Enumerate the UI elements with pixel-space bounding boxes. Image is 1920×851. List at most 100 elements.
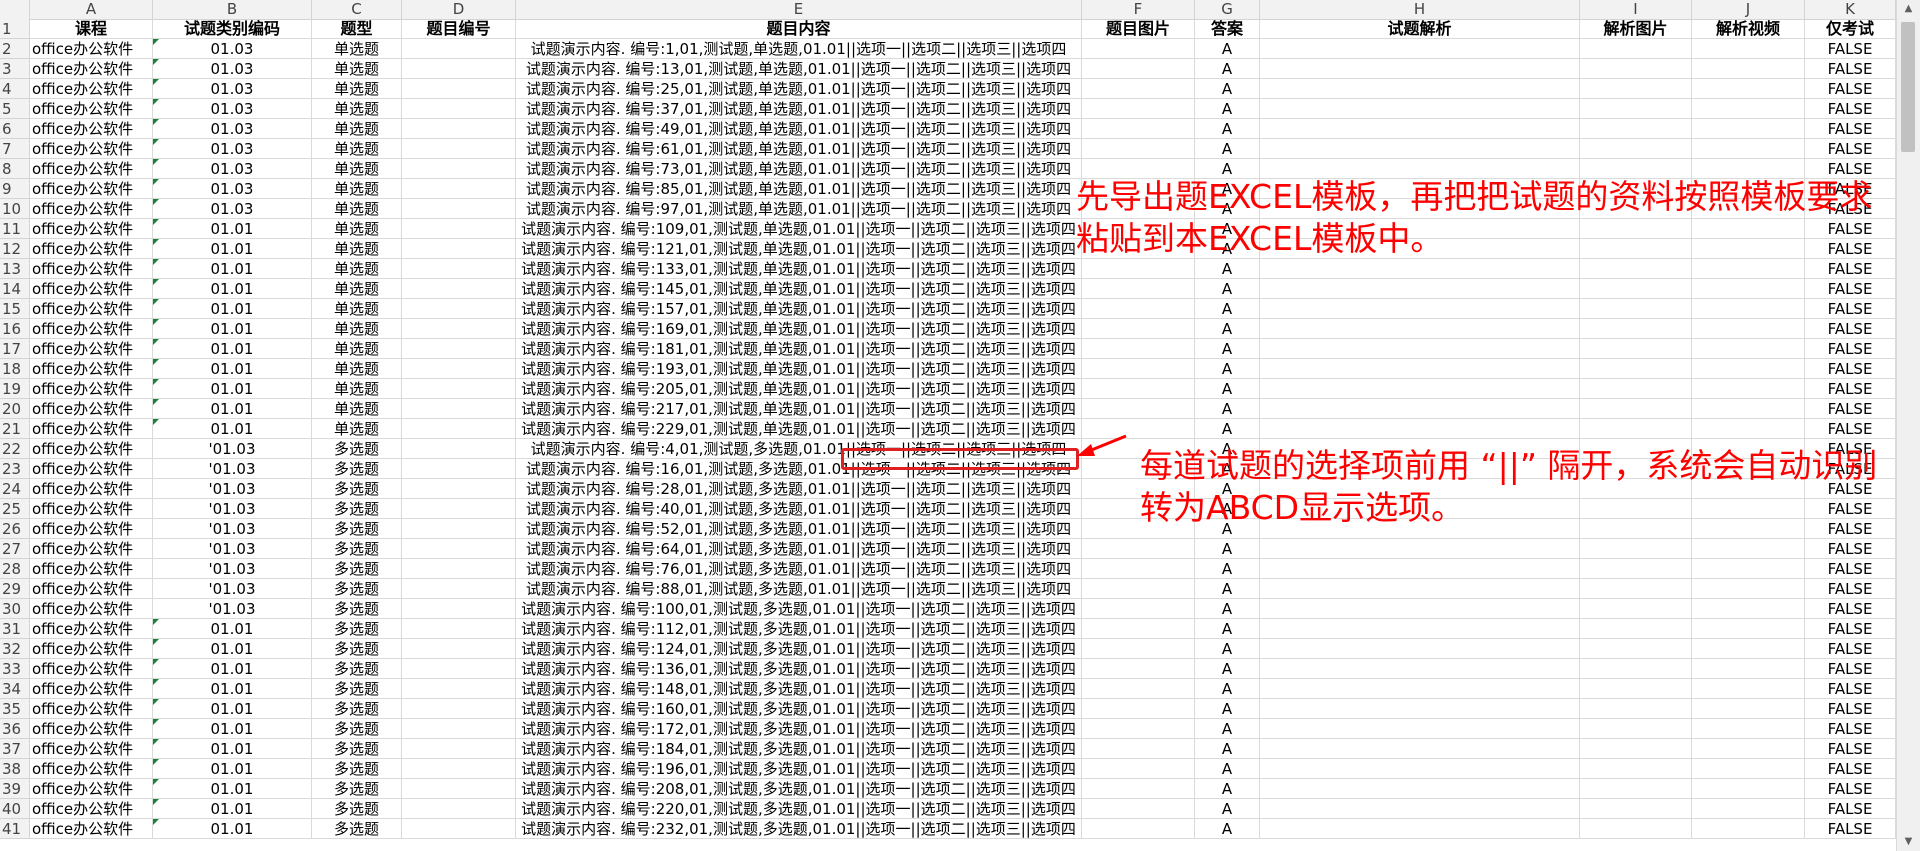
cell-question-content[interactable]: 试题演示内容. 编号:37,01,测试题,单选题,01.01||选项一||选项二…	[516, 99, 1082, 119]
cell-explanation[interactable]	[1260, 599, 1580, 619]
cell-question-number[interactable]	[402, 259, 516, 279]
cell-question-image[interactable]	[1082, 659, 1195, 679]
cell-course[interactable]: office办公软件	[30, 359, 153, 379]
cell-question-number[interactable]	[402, 159, 516, 179]
cell-explanation-image[interactable]	[1580, 339, 1692, 359]
cell-course[interactable]: office办公软件	[30, 679, 153, 699]
cell-course[interactable]: office办公软件	[30, 459, 153, 479]
cell-category-code[interactable]: 01.01	[153, 419, 312, 439]
column-header-D[interactable]: D	[402, 0, 516, 19]
cell-course[interactable]: office办公软件	[30, 339, 153, 359]
column-header-B[interactable]: B	[153, 0, 312, 19]
cell-question-number[interactable]	[402, 179, 516, 199]
cell-explanation-video[interactable]	[1692, 79, 1805, 99]
cell-category-code[interactable]: '01.03	[153, 479, 312, 499]
column-header-E[interactable]: E	[516, 0, 1082, 19]
cell-category-code[interactable]: 01.01	[153, 719, 312, 739]
cell-course[interactable]: office办公软件	[30, 639, 153, 659]
cell-category-code[interactable]: '01.03	[153, 519, 312, 539]
cell-explanation-image[interactable]	[1580, 679, 1692, 699]
cell-explanation[interactable]	[1260, 679, 1580, 699]
row-number[interactable]: 31	[0, 619, 30, 639]
row-number[interactable]: 10	[0, 199, 30, 219]
cell-question-number[interactable]	[402, 759, 516, 779]
cell-explanation-image[interactable]	[1580, 219, 1692, 239]
cell-explanation-video[interactable]	[1692, 119, 1805, 139]
cell-explanation-video[interactable]	[1692, 339, 1805, 359]
row-number[interactable]: 9	[0, 179, 30, 199]
select-all-corner[interactable]	[0, 0, 30, 19]
cell-question-content[interactable]: 试题演示内容. 编号:121,01,测试题,单选题,01.01||选项一||选项…	[516, 239, 1082, 259]
cell-question-number[interactable]	[402, 139, 516, 159]
cell-explanation[interactable]	[1260, 699, 1580, 719]
column-header-J[interactable]: J	[1692, 0, 1805, 19]
cell-question-number[interactable]	[402, 699, 516, 719]
row-number[interactable]: 24	[0, 479, 30, 499]
header-cell-E[interactable]: 题目内容	[516, 19, 1082, 39]
row-number[interactable]: 7	[0, 139, 30, 159]
cell-explanation-video[interactable]	[1692, 279, 1805, 299]
cell-course[interactable]: office办公软件	[30, 159, 153, 179]
cell-question-type[interactable]: 单选题	[312, 239, 402, 259]
column-header-G[interactable]: G	[1195, 0, 1260, 19]
cell-question-number[interactable]	[402, 619, 516, 639]
cell-question-content[interactable]: 试题演示内容. 编号:160,01,测试题,多选题,01.01||选项一||选项…	[516, 699, 1082, 719]
cell-explanation[interactable]	[1260, 319, 1580, 339]
cell-question-content[interactable]: 试题演示内容. 编号:184,01,测试题,多选题,01.01||选项一||选项…	[516, 739, 1082, 759]
cell-question-content[interactable]: 试题演示内容. 编号:169,01,测试题,单选题,01.01||选项一||选项…	[516, 319, 1082, 339]
cell-question-number[interactable]	[402, 639, 516, 659]
cell-category-code[interactable]: 01.01	[153, 259, 312, 279]
cell-exam-only[interactable]: FALSE	[1805, 139, 1896, 159]
cell-answer[interactable]: A	[1195, 139, 1260, 159]
cell-explanation-video[interactable]	[1692, 699, 1805, 719]
cell-question-image[interactable]	[1082, 559, 1195, 579]
cell-explanation-image[interactable]	[1580, 399, 1692, 419]
cell-question-image[interactable]	[1082, 119, 1195, 139]
cell-category-code[interactable]: 01.01	[153, 739, 312, 759]
cell-question-content[interactable]: 试题演示内容. 编号:25,01,测试题,单选题,01.01||选项一||选项二…	[516, 79, 1082, 99]
header-cell-I[interactable]: 解析图片	[1580, 19, 1692, 39]
cell-explanation[interactable]	[1260, 579, 1580, 599]
cell-explanation-video[interactable]	[1692, 99, 1805, 119]
cell-course[interactable]: office办公软件	[30, 399, 153, 419]
cell-question-number[interactable]	[402, 299, 516, 319]
cell-category-code[interactable]: 01.03	[153, 99, 312, 119]
cell-category-code[interactable]: 01.01	[153, 299, 312, 319]
row-number[interactable]: 38	[0, 759, 30, 779]
cell-exam-only[interactable]: FALSE	[1805, 39, 1896, 59]
cell-question-number[interactable]	[402, 739, 516, 759]
cell-category-code[interactable]: 01.03	[153, 119, 312, 139]
cell-category-code[interactable]: 01.03	[153, 139, 312, 159]
cell-question-number[interactable]	[402, 679, 516, 699]
row-number[interactable]: 27	[0, 539, 30, 559]
cell-answer[interactable]: A	[1195, 739, 1260, 759]
cell-explanation[interactable]	[1260, 819, 1580, 839]
cell-explanation-image[interactable]	[1580, 799, 1692, 819]
row-number[interactable]: 29	[0, 579, 30, 599]
vertical-scrollbar[interactable]: ▲ ▼	[1896, 0, 1920, 851]
row-number[interactable]: 1	[0, 19, 30, 39]
cell-exam-only[interactable]: FALSE	[1805, 619, 1896, 639]
cell-explanation[interactable]	[1260, 379, 1580, 399]
cell-explanation[interactable]	[1260, 799, 1580, 819]
row-number[interactable]: 2	[0, 39, 30, 59]
cell-question-number[interactable]	[402, 799, 516, 819]
row-number[interactable]: 41	[0, 819, 30, 839]
cell-explanation-video[interactable]	[1692, 779, 1805, 799]
cell-explanation-image[interactable]	[1580, 519, 1692, 539]
cell-question-type[interactable]: 单选题	[312, 299, 402, 319]
cell-explanation-video[interactable]	[1692, 319, 1805, 339]
row-number[interactable]: 37	[0, 739, 30, 759]
cell-category-code[interactable]: 01.01	[153, 319, 312, 339]
cell-question-image[interactable]	[1082, 539, 1195, 559]
cell-course[interactable]: office办公软件	[30, 259, 153, 279]
cell-category-code[interactable]: '01.03	[153, 499, 312, 519]
cell-category-code[interactable]: 01.01	[153, 699, 312, 719]
cell-explanation[interactable]	[1260, 139, 1580, 159]
cell-explanation-image[interactable]	[1580, 779, 1692, 799]
scroll-up-icon[interactable]: ▲	[1897, 0, 1920, 18]
cell-exam-only[interactable]: FALSE	[1805, 339, 1896, 359]
cell-course[interactable]: office办公软件	[30, 499, 153, 519]
cell-question-image[interactable]	[1082, 99, 1195, 119]
cell-question-type[interactable]: 单选题	[312, 199, 402, 219]
